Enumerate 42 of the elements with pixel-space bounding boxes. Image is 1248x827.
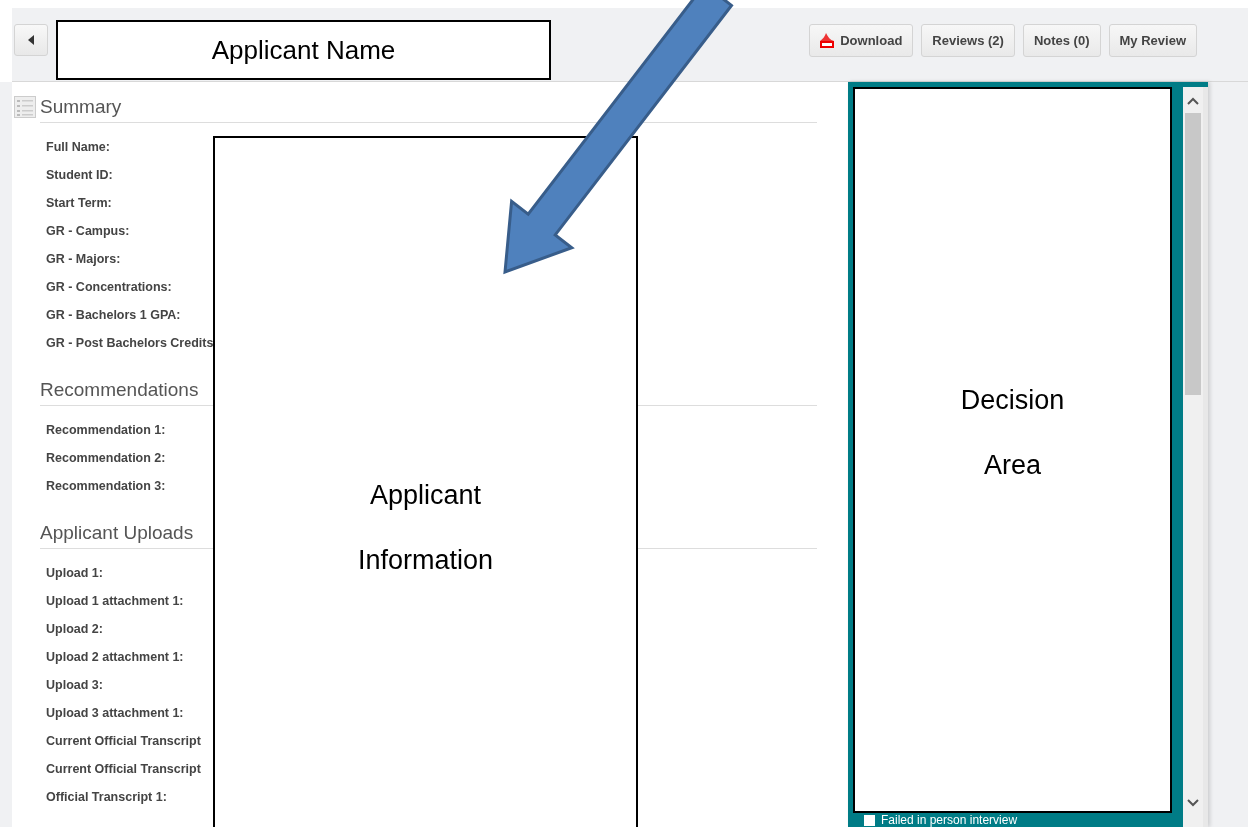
field-label: Upload 2 attachment 1: (46, 649, 184, 666)
header-button[interactable]: Notes (0) (1022, 24, 1101, 57)
section-title: Summary (40, 96, 122, 118)
field-label: Upload 3: (46, 677, 103, 694)
field-label: Upload 2: (46, 621, 103, 638)
back-button[interactable] (14, 24, 48, 56)
field-label: Upload 1 attachment 1: (46, 593, 184, 610)
field-label: GR - Concentrations: (46, 279, 172, 296)
applicant-information-label: Applicant (369, 479, 482, 512)
field-label: Upload 3 attachment 1: (46, 705, 184, 722)
decision-area-label: Decision (960, 383, 1065, 417)
field-label: Current Official Transcript (46, 733, 201, 750)
interview-checkbox[interactable] (864, 814, 875, 826)
scroll-down-icon (1187, 799, 1199, 807)
field-label: GR - Post Bachelors Credits (46, 335, 214, 352)
pdf-icon (820, 33, 835, 48)
caret-left-icon (28, 35, 34, 45)
section-title: Recommendations (40, 379, 199, 401)
field-label: Recommendation 2: (46, 450, 166, 467)
decision-area-label: Area (983, 448, 1041, 482)
field-label: Full Name: (46, 139, 110, 156)
header-button[interactable]: My Review (1108, 24, 1197, 57)
list-icon (14, 96, 36, 118)
field-label: GR - Majors: (46, 251, 121, 268)
download-button[interactable]: Download (809, 24, 914, 57)
section-title: Applicant Uploads (40, 522, 194, 544)
applicant-information-label: Information (357, 544, 494, 577)
applicant-name-box: Applicant Name (56, 20, 551, 80)
field-label: Recommendation 3: (46, 478, 166, 495)
field-label: Student ID: (46, 167, 113, 184)
checkbox-label: Failed in person interview (881, 814, 1018, 826)
field-label: Start Term: (46, 195, 112, 212)
field-label: GR - Campus: (46, 223, 130, 240)
field-label: Recommendation 1: (46, 422, 166, 439)
field-label: Upload 1: (46, 565, 103, 582)
header-button[interactable]: Reviews (2) (921, 24, 1015, 57)
scrollbar[interactable] (1183, 87, 1208, 827)
field-label: Official Transcript 1: (46, 789, 167, 806)
field-label: Current Official Transcript (46, 761, 201, 778)
scroll-up-icon (1187, 97, 1199, 105)
scrollbar-thumb[interactable] (1185, 113, 1201, 395)
field-label: GR - Bachelors 1 GPA: (46, 307, 181, 324)
